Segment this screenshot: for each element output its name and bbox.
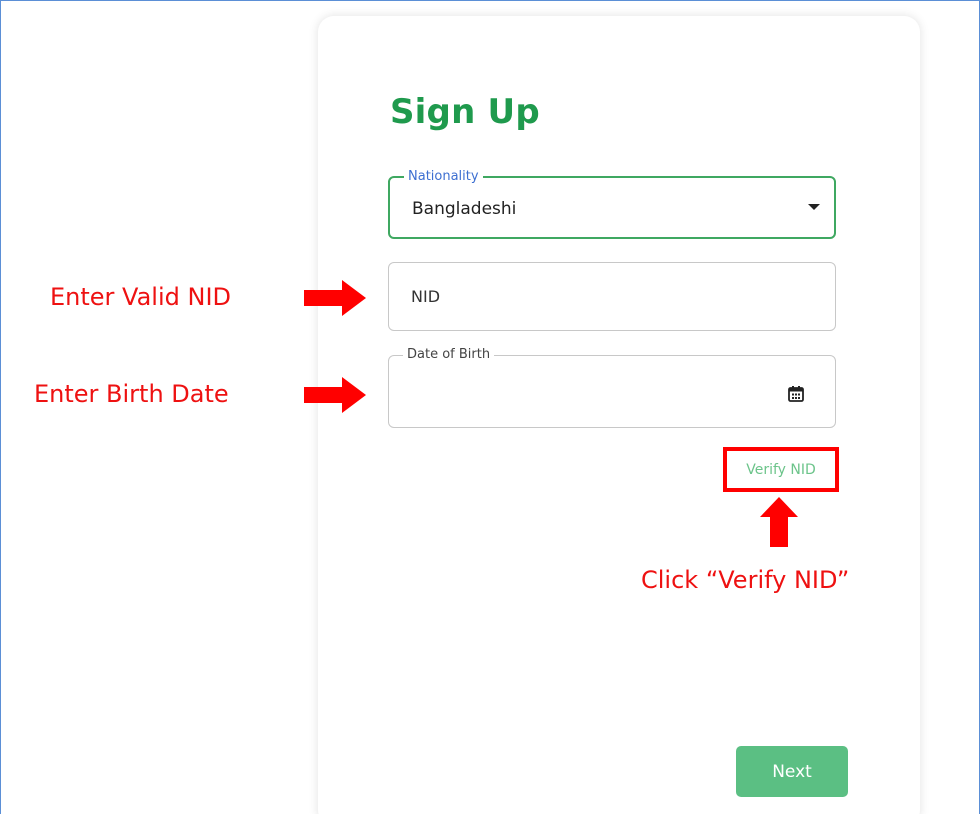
annotation-enter-birth-date: Enter Birth Date (34, 380, 229, 408)
chevron-down-icon[interactable] (808, 204, 820, 210)
date-of-birth-field[interactable]: Date of Birth (388, 347, 836, 428)
nationality-select[interactable]: Nationality Bangladeshi (388, 169, 836, 239)
nid-input[interactable] (389, 263, 835, 330)
arrow-right-icon (304, 377, 366, 413)
arrow-right-icon (304, 280, 366, 316)
date-of-birth-input[interactable] (389, 356, 835, 427)
nationality-value: Bangladeshi (412, 199, 517, 219)
verify-highlight-box: Verify NID (723, 447, 839, 492)
calendar-icon[interactable] (787, 385, 805, 403)
verify-nid-link[interactable]: Verify NID (727, 451, 835, 488)
next-button[interactable]: Next (736, 746, 848, 797)
nid-field[interactable] (388, 262, 836, 331)
annotation-click-verify: Click “Verify NID” (641, 566, 850, 594)
page-title: Sign Up (390, 92, 540, 132)
nationality-label: Nationality (404, 169, 483, 185)
arrow-up-icon (760, 497, 798, 547)
annotation-enter-nid: Enter Valid NID (50, 283, 232, 311)
